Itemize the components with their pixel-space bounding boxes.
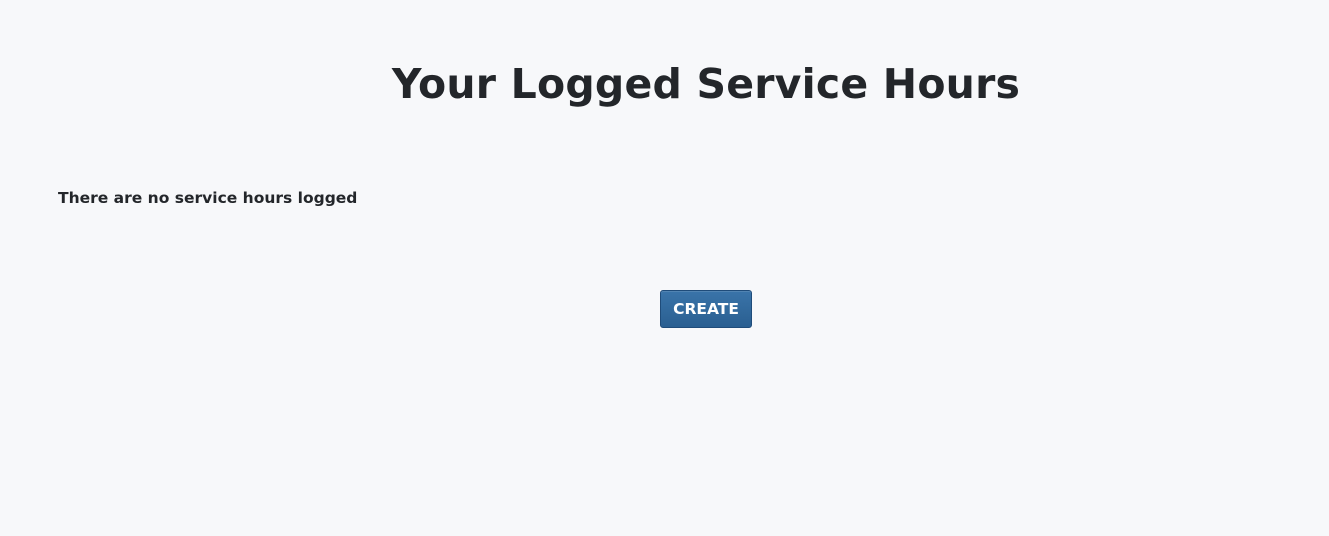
page-title: Your Logged Service Hours bbox=[391, 60, 1021, 108]
create-button[interactable]: CREATE bbox=[660, 290, 752, 328]
empty-state-message: There are no service hours logged bbox=[58, 189, 358, 207]
service-hours-page: Your Logged Service Hours There are no s… bbox=[0, 0, 1329, 536]
